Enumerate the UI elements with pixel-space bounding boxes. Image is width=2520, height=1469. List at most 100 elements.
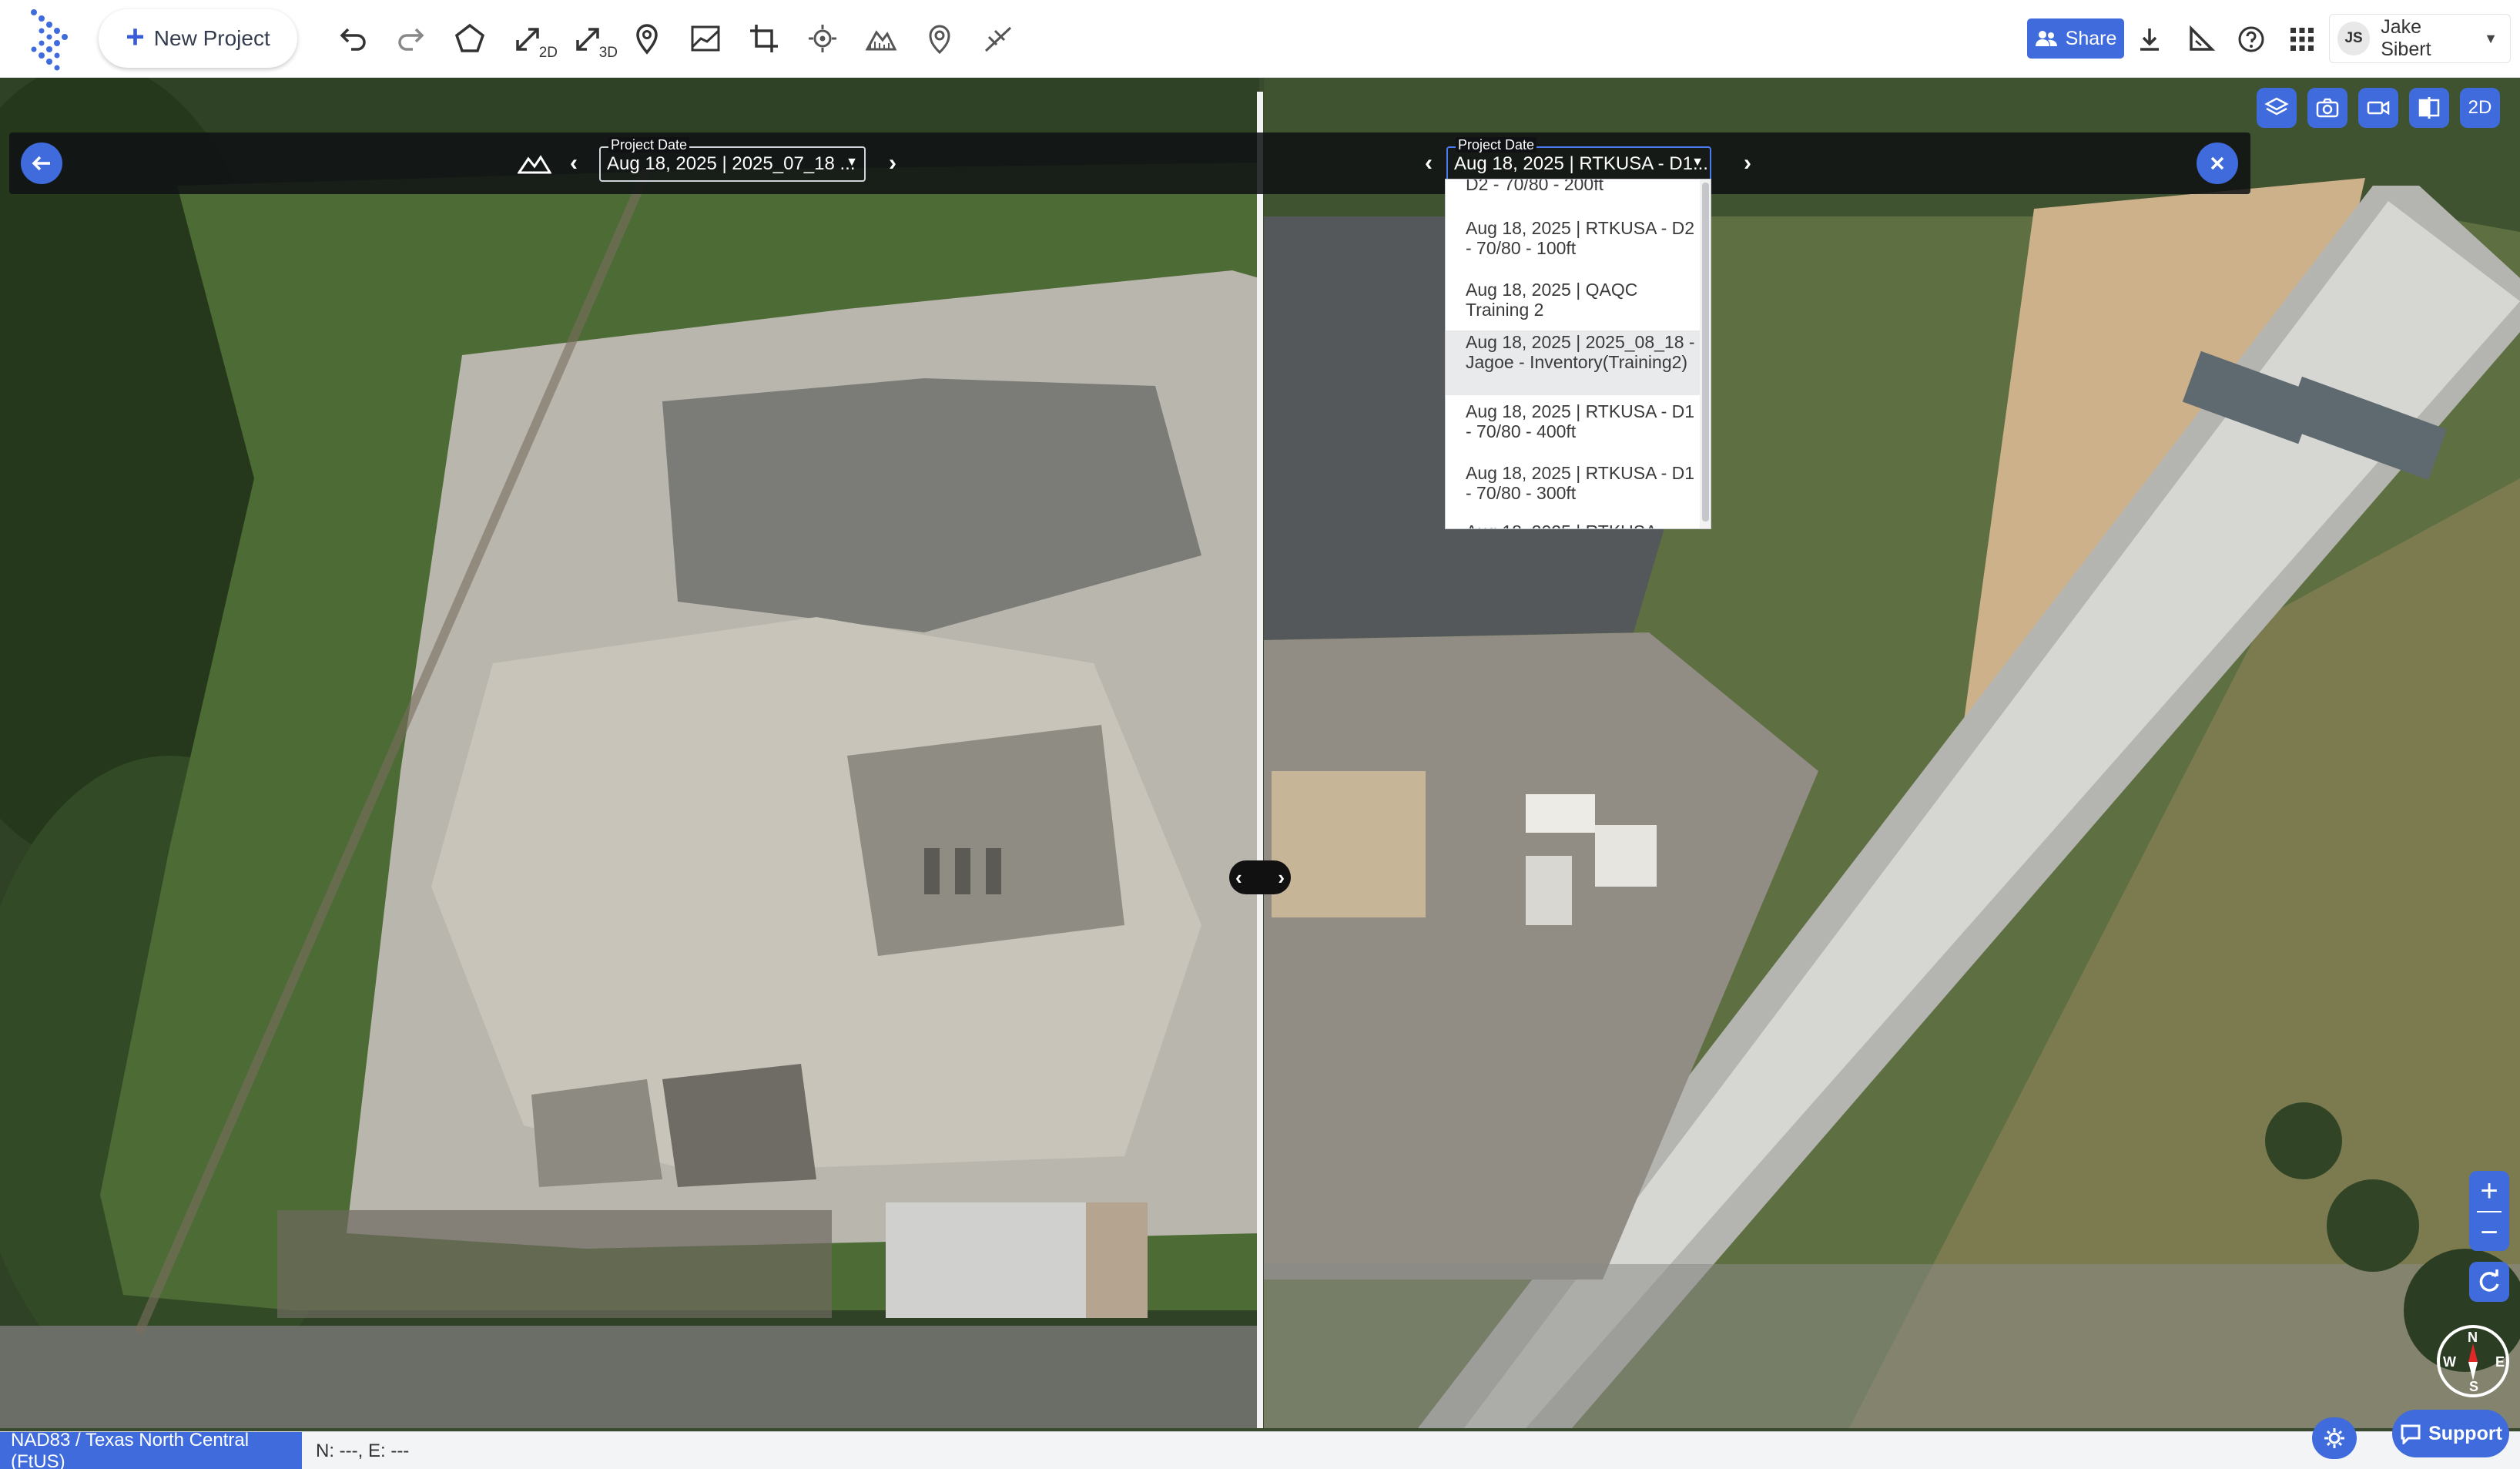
date-dropdown-list[interactable]: D2 - 70/80 - 200ft Aug 18, 2025 | RTKUSA…: [1445, 179, 1711, 529]
dropdown-option[interactable]: Aug 18, 2025 | RTKUSA - D2 - 70/80 - 100…: [1446, 218, 1700, 258]
right-next-button[interactable]: ›: [1734, 149, 1761, 177]
dropdown-scrollbar[interactable]: [1700, 179, 1711, 528]
slope-icon: [984, 26, 1012, 52]
plus-icon: +: [126, 18, 145, 55]
video-camera-icon: [2367, 100, 2390, 116]
dropdown-option[interactable]: Aug 18, 2025 | RTKUSA - D1 - 70/80 - 400…: [1446, 401, 1700, 441]
video-button[interactable]: [2358, 88, 2398, 128]
share-button[interactable]: Share: [2027, 18, 2124, 59]
stockpile-button[interactable]: [918, 17, 961, 60]
screenshot-button[interactable]: [2307, 88, 2347, 128]
settings-bubble-button[interactable]: [2312, 1417, 2357, 1459]
new-project-label: New Project: [153, 26, 270, 50]
caret-down-icon: ▼: [1691, 156, 1704, 169]
right-date-label: Project Date: [1456, 137, 1537, 153]
chevron-left-icon: ‹: [1235, 865, 1242, 889]
back-button[interactable]: [21, 143, 62, 184]
help-button[interactable]: [2232, 20, 2270, 59]
left-prev-button[interactable]: ‹: [561, 149, 587, 177]
stockpile-icon: [929, 25, 950, 55]
profile-icon: [691, 25, 720, 52]
right-prev-button[interactable]: ‹: [1416, 149, 1442, 177]
measure-3d-button[interactable]: 3D: [567, 17, 618, 61]
left-next-button[interactable]: ›: [880, 149, 906, 177]
help-icon: [2238, 26, 2264, 52]
target-icon: [809, 25, 836, 52]
layers-icon: [2264, 97, 2289, 116]
ruler-button[interactable]: [2181, 20, 2220, 59]
apps-button[interactable]: [2283, 20, 2321, 59]
swipe-divider[interactable]: [1257, 92, 1263, 1428]
left-date-label: Project Date: [608, 137, 690, 153]
zoom-controls: + −: [2469, 1171, 2509, 1251]
measure-2d-button[interactable]: 2D: [507, 17, 558, 61]
top-toolbar: + New Project 2D 3D Share JS Jake Sibert…: [0, 0, 2520, 78]
volume-icon: [865, 30, 897, 51]
chat-bubble-icon: [2401, 1424, 2421, 1444]
support-label: Support: [2428, 1422, 2502, 1444]
zoom-out-button[interactable]: −: [2469, 1212, 2509, 1253]
map-left-imagery[interactable]: [0, 78, 1259, 1428]
compass-needle-icon: [2468, 1343, 2478, 1380]
user-name: Jake Sibert: [2381, 16, 2431, 60]
caret-down-icon: ▼: [2484, 30, 2498, 46]
draw-polygon-button[interactable]: [448, 17, 491, 60]
measure-3d-sub: 3D: [598, 45, 618, 61]
support-button[interactable]: Support: [2392, 1410, 2509, 1457]
app-logo-icon[interactable]: [28, 8, 72, 71]
zoom-in-button[interactable]: +: [2469, 1171, 2509, 1211]
arrow-left-icon: [32, 156, 50, 171]
slope-button[interactable]: [977, 17, 1020, 60]
caret-down-icon: ▼: [846, 156, 858, 169]
volume-button[interactable]: [860, 17, 903, 60]
profile-button[interactable]: [684, 17, 727, 60]
close-compare-button[interactable]: [2197, 143, 2238, 184]
measure-2d-sub: 2D: [538, 45, 558, 61]
left-date-value: Aug 18, 2025 | 2025_07_18 ...: [607, 153, 856, 174]
undo-icon: [340, 28, 366, 51]
dropdown-option[interactable]: Aug 18, 2025 | QAQC Training 2: [1446, 280, 1700, 320]
location-button[interactable]: [625, 17, 669, 60]
dropdown-option[interactable]: Aug 18, 2025 | RTKUSA -: [1446, 522, 1700, 528]
dropdown-option[interactable]: D2 - 70/80 - 200ft: [1446, 179, 1700, 193]
cursor-coordinates: N: ---, E: ---: [316, 1440, 410, 1461]
camera-icon: [2316, 98, 2339, 118]
compass-east: E: [2495, 1354, 2505, 1370]
layers-button[interactable]: [2257, 88, 2297, 128]
people-icon: [2035, 31, 2057, 46]
download-button[interactable]: [2130, 20, 2169, 59]
ruler-icon: [2190, 25, 2216, 51]
crs-selector[interactable]: NAD83 / Texas North Central (FtUS): [0, 1430, 302, 1469]
location-pin-icon: [636, 24, 658, 55]
target-button[interactable]: [801, 17, 844, 60]
redo-button[interactable]: [390, 17, 433, 60]
right-date-select[interactable]: Project Date Aug 18, 2025 | RTKUSA - D1.…: [1446, 137, 1711, 182]
compass[interactable]: N S E W: [2437, 1325, 2509, 1397]
view-mode-toggle[interactable]: 2D: [2460, 88, 2500, 128]
status-bar: NAD83 / Texas North Central (FtUS) N: --…: [0, 1430, 2520, 1469]
reset-rotation-button[interactable]: [2469, 1262, 2509, 1302]
swipe-handle[interactable]: ‹ ›: [1229, 860, 1291, 894]
dropdown-option[interactable]: Aug 18, 2025 | RTKUSA - D1 - 70/80 - 300…: [1446, 463, 1700, 503]
gear-icon: [2324, 1428, 2344, 1448]
dropdown-option[interactable]: Aug 18, 2025 | 2025_08_18 - Jagoe - Inve…: [1446, 330, 1700, 395]
compass-south: S: [2469, 1379, 2479, 1394]
compare-button[interactable]: [2409, 88, 2449, 128]
close-icon: [2210, 156, 2224, 170]
user-menu[interactable]: JS Jake Sibert ▼: [2329, 14, 2511, 63]
apps-grid-icon: [2290, 28, 2314, 51]
crop-icon: [750, 25, 778, 52]
compass-west: W: [2443, 1354, 2456, 1370]
download-icon: [2140, 29, 2159, 51]
split-view-icon: [2418, 97, 2440, 119]
left-date-select[interactable]: Project Date Aug 18, 2025 | 2025_07_18 .…: [599, 137, 866, 182]
terrain-icon[interactable]: [518, 151, 551, 176]
undo-button[interactable]: [331, 17, 374, 60]
new-project-button[interactable]: + New Project: [99, 9, 297, 68]
share-label: Share: [2065, 27, 2117, 49]
scrollbar-thumb[interactable]: [1702, 183, 1709, 522]
map-viewport[interactable]: ‹ ›: [0, 78, 2520, 1428]
compare-bar: ‹ Project Date Aug 18, 2025 | 2025_07_18…: [9, 132, 2250, 194]
avatar: JS: [2337, 22, 2371, 55]
crop-button[interactable]: [742, 17, 786, 60]
